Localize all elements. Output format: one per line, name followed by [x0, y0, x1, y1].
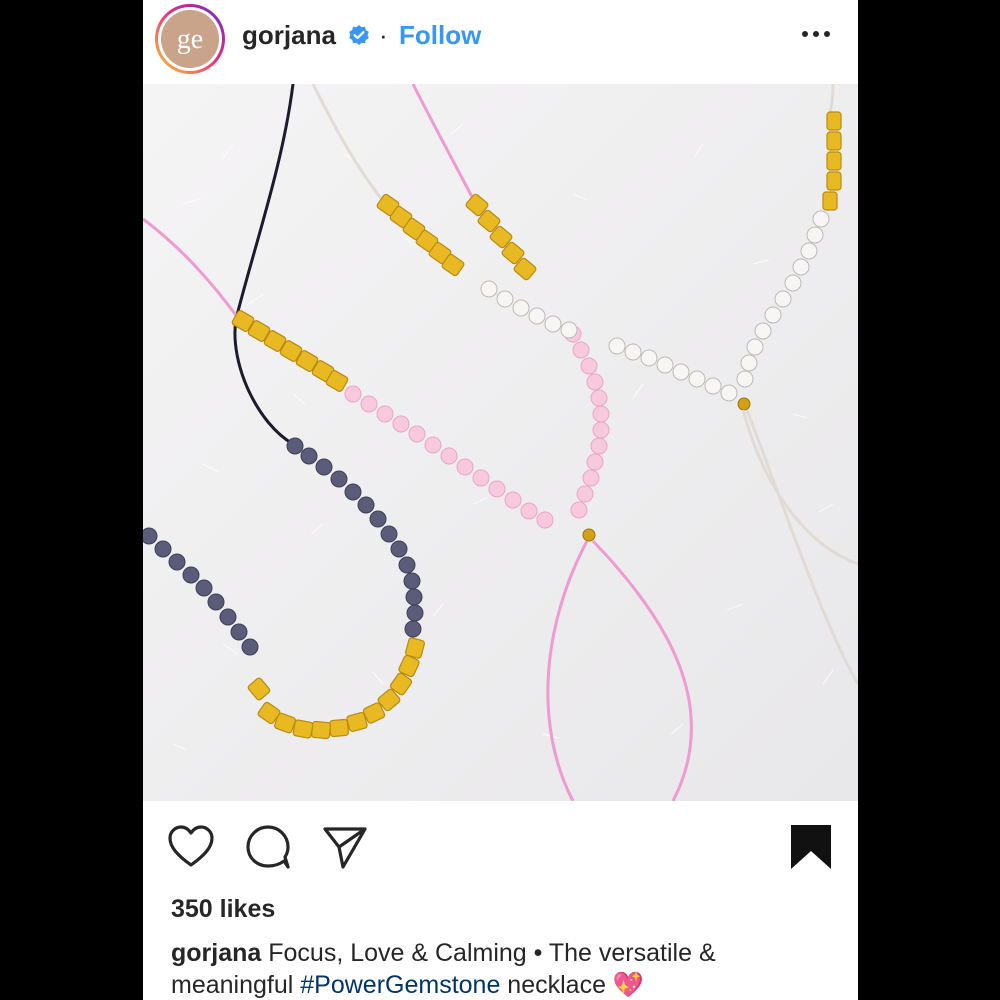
- paper-plane-icon[interactable]: [321, 823, 369, 871]
- brand-logo: ge: [161, 10, 219, 68]
- username[interactable]: gorjana: [242, 20, 336, 51]
- avatar[interactable]: ge: [155, 4, 225, 74]
- post-card: ge gorjana · Follow 350 likes gorjana Fo…: [143, 0, 858, 1000]
- heart-icon[interactable]: [167, 823, 215, 871]
- sparkling-heart-emoji: 💖: [612, 971, 645, 999]
- caption-text-line2-prefix: meaningful: [171, 971, 301, 999]
- post-header: ge gorjana · Follow: [143, 0, 858, 84]
- follow-button[interactable]: Follow: [399, 20, 481, 51]
- hashtag-link[interactable]: #PowerGemstone: [300, 971, 500, 999]
- caption-text-line2-suffix: necklace: [500, 971, 613, 999]
- bookmark-icon[interactable]: [787, 823, 835, 871]
- caption-text-line1: Focus, Love & Calming • The versatile &: [261, 939, 716, 967]
- likes-count[interactable]: 350 likes: [171, 895, 275, 924]
- verified-badge-icon: [349, 25, 369, 45]
- svg-text:ge: ge: [177, 24, 203, 55]
- more-dots-icon[interactable]: [799, 22, 833, 46]
- caption-username[interactable]: gorjana: [171, 939, 261, 967]
- caption: gorjana Focus, Love & Calming • The vers…: [171, 937, 841, 1000]
- separator-dot: ·: [379, 20, 388, 50]
- post-photo[interactable]: [143, 84, 858, 801]
- comment-icon[interactable]: [244, 823, 292, 871]
